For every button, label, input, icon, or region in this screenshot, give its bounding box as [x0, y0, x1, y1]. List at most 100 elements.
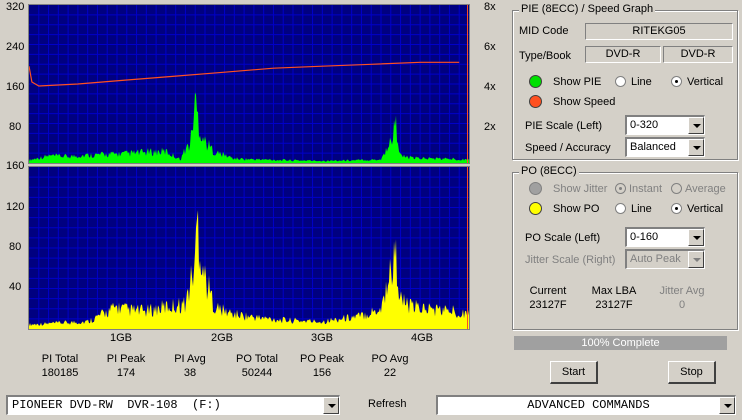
show-pie-label[interactable]: Show PIE — [553, 76, 601, 88]
chevron-down-icon[interactable] — [323, 397, 339, 414]
speed-accuracy-select[interactable]: Balanced — [625, 137, 705, 157]
stat-po-total: PO Total 50244 — [224, 352, 290, 380]
pie-series-area — [29, 92, 469, 163]
book-value: DVD-R — [663, 46, 733, 63]
pie-scale-select[interactable]: 0-320 — [625, 115, 705, 135]
stat-label: PI Peak — [106, 353, 146, 365]
jitter-scale-value: Auto Peak — [630, 253, 681, 265]
drive-select-value: PIONEER DVD-RW DVR-108 (F:) — [12, 398, 221, 412]
speed-accuracy-value: Balanced — [630, 141, 676, 153]
chevron-down-icon[interactable] — [719, 397, 735, 414]
jitter-instant-radio — [615, 183, 626, 194]
stat-po-avg: PO Avg 22 — [360, 352, 420, 380]
bottom-y-tick-160: 160 — [6, 160, 25, 172]
top-y2-tick-4x: 4x — [484, 81, 496, 93]
top-y-tick-80: 80 — [9, 121, 22, 133]
po-color-swatch[interactable] — [529, 202, 542, 215]
po-chart-canvas — [29, 167, 469, 329]
pie-line-label[interactable]: Line — [631, 76, 652, 88]
top-y-tick-160: 160 — [6, 81, 25, 93]
po-group: PO (8ECC) Show Jitter Instant Average Sh… — [512, 165, 738, 330]
chevron-down-icon[interactable] — [688, 229, 704, 246]
pie-vertical-label[interactable]: Vertical — [687, 76, 723, 88]
jitter-instant-label: Instant — [629, 183, 663, 195]
current-lba: Current 23127F — [519, 284, 577, 312]
pie-vertical-radio[interactable] — [671, 76, 682, 87]
po-line-radio[interactable] — [615, 203, 626, 214]
stat-label: PI Total — [41, 353, 79, 365]
max-lba-value: 23127F — [595, 299, 633, 311]
stat-po-peak: PO Peak 156 — [290, 352, 354, 380]
current-label: Current — [529, 285, 567, 297]
speed-color-swatch[interactable] — [529, 95, 542, 108]
refresh-button[interactable]: Refresh — [368, 398, 407, 410]
jitter-avg-label: Jitter Avg — [659, 285, 705, 297]
max-lba: Max LBA 23127F — [585, 284, 643, 312]
jitter-color-swatch — [529, 182, 542, 195]
x-tick-4gb: 4GB — [411, 332, 434, 344]
chevron-down-icon[interactable] — [688, 139, 704, 156]
pie-group-title: PIE (8ECC) / Speed Graph — [519, 3, 656, 15]
drive-select[interactable]: PIONEER DVD-RW DVR-108 (F:) — [6, 395, 340, 415]
po-scale-select[interactable]: 0-160 — [625, 227, 705, 247]
pie-scale-label: PIE Scale (Left) — [525, 120, 603, 132]
show-jitter-label: Show Jitter — [553, 183, 608, 195]
max-lba-label: Max LBA — [591, 285, 637, 297]
po-line-label[interactable]: Line — [631, 203, 652, 215]
bottom-y-tick-120: 120 — [6, 201, 25, 213]
stat-label: PO Peak — [299, 353, 345, 365]
stat-value: 156 — [312, 367, 332, 379]
advanced-commands-select[interactable]: ADVANCED COMMANDS — [436, 395, 736, 415]
x-tick-2gb: 2GB — [211, 332, 234, 344]
bottom-y-tick-80: 80 — [9, 241, 22, 253]
progress-text: 100% Complete — [581, 337, 660, 349]
top-y-tick-240: 240 — [6, 41, 25, 53]
po-vertical-radio[interactable] — [671, 203, 682, 214]
stat-value: 50244 — [241, 367, 273, 379]
pie-color-swatch[interactable] — [529, 75, 542, 88]
pie-line-radio[interactable] — [615, 76, 626, 87]
pie-speed-chart — [28, 4, 470, 164]
po-scale-value: 0-160 — [630, 231, 659, 243]
x-tick-3gb: 3GB — [311, 332, 334, 344]
chevron-down-icon[interactable] — [688, 117, 704, 134]
pie-speed-group: PIE (8ECC) / Speed Graph MID Code RITEKG… — [512, 3, 738, 160]
po-chart — [28, 166, 470, 330]
stat-pi-avg: PI Avg 38 — [160, 352, 220, 380]
advanced-commands-value: ADVANCED COMMANDS — [527, 398, 650, 412]
stop-button[interactable]: Stop — [668, 361, 716, 384]
jitter-scale-select: Auto Peak — [625, 249, 705, 269]
stat-value: 180185 — [41, 367, 79, 379]
jitter-average-label: Average — [685, 183, 726, 195]
jitter-average-radio — [671, 183, 682, 194]
show-po-label[interactable]: Show PO — [553, 203, 599, 215]
top-y2-tick-2x: 2x — [484, 121, 496, 133]
type-value: DVD-R — [585, 46, 661, 63]
mid-code-value: RITEKG05 — [585, 23, 733, 40]
jitter-scale-label: Jitter Scale (Right) — [525, 254, 616, 266]
po-group-title: PO (8ECC) — [519, 165, 579, 177]
type-book-label: Type/Book — [519, 50, 571, 62]
top-y2-tick-8x: 8x — [484, 1, 496, 13]
show-speed-label[interactable]: Show Speed — [553, 96, 615, 108]
stop-button-label: Stop — [680, 366, 703, 378]
pie-speed-chart-canvas — [29, 5, 469, 163]
mid-code-label: MID Code — [519, 25, 569, 37]
jitter-avg-value: 0 — [678, 299, 686, 311]
stat-value: 38 — [183, 367, 197, 379]
pie-scale-value: 0-320 — [630, 119, 659, 131]
x-tick-1gb: 1GB — [110, 332, 133, 344]
stat-label: PI Avg — [174, 353, 206, 365]
progress-bar: 100% Complete — [514, 336, 727, 350]
current-value: 23127F — [529, 299, 567, 311]
po-scale-label: PO Scale (Left) — [525, 232, 601, 244]
stat-pi-total: PI Total 180185 — [30, 352, 90, 380]
chevron-down-icon — [688, 251, 704, 268]
stat-label: PO Total — [236, 353, 278, 365]
stat-value: 174 — [116, 367, 136, 379]
top-y-tick-320: 320 — [6, 1, 25, 13]
top-y2-tick-6x: 6x — [484, 41, 496, 53]
po-vertical-label[interactable]: Vertical — [687, 203, 723, 215]
start-button[interactable]: Start — [550, 361, 598, 384]
speed-accuracy-label: Speed / Accuracy — [525, 142, 611, 154]
